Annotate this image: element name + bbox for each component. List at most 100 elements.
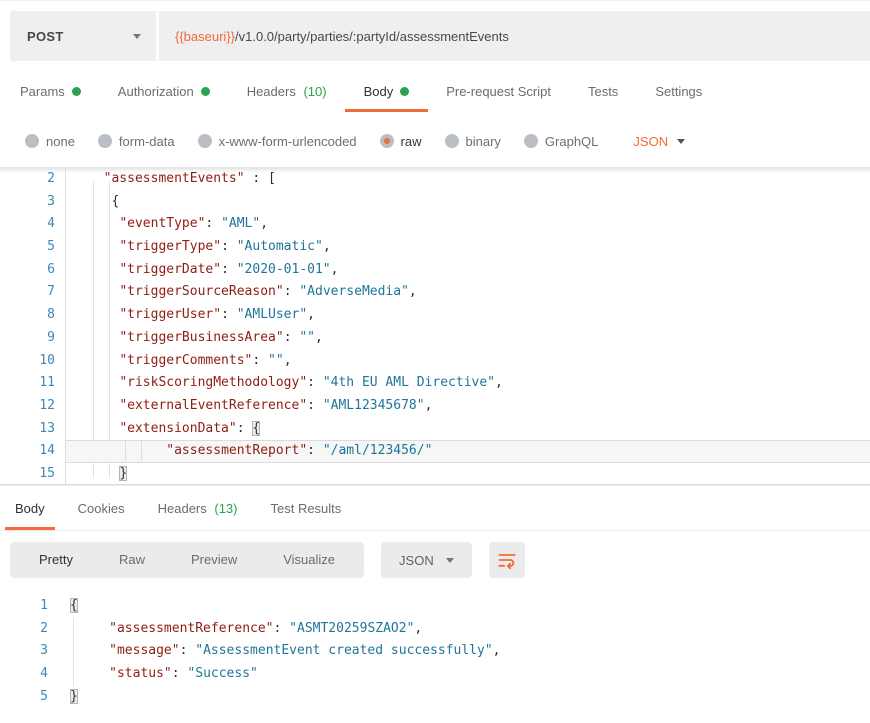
url-path: /v1.0.0/party/parties/:partyId/assessmen… — [235, 29, 509, 44]
line-number: 7 — [0, 281, 66, 304]
radio-label: form-data — [119, 134, 175, 149]
radio-button-icon — [98, 134, 112, 148]
request-url-bar: POST {{baseuri}}/v1.0.0/party/parties/:p… — [10, 11, 870, 61]
url-variable: {{baseuri}} — [175, 29, 235, 44]
request-body-editor[interactable]: 2 "assessmentEvents" : [3 {4 "eventType"… — [0, 167, 870, 485]
code-line: 12 "externalEventReference": "AML1234567… — [0, 395, 870, 418]
line-number: 4 — [0, 663, 60, 686]
tab-params[interactable]: Params — [20, 78, 81, 112]
code-line: 7 "triggerSourceReason": "AdverseMedia", — [0, 281, 870, 304]
code-line: 1{ — [0, 595, 870, 618]
line-text: "assessmentReference": "ASMT20259SZAO2", — [60, 618, 870, 641]
view-preview[interactable]: Preview — [168, 542, 260, 578]
tab-headers[interactable]: Headers (13) — [158, 497, 238, 530]
code-line: 3 "message": "AssessmentEvent created su… — [0, 640, 870, 663]
url-input[interactable]: {{baseuri}}/v1.0.0/party/parties/:partyI… — [159, 11, 870, 61]
tab-label: Authorization — [118, 84, 194, 99]
radio-x-www-form-urlencoded[interactable]: x-www-form-urlencoded — [198, 134, 357, 149]
code-line: 10 "triggerComments": "", — [0, 350, 870, 373]
response-body-editor[interactable]: 1{2 "assessmentReference": "ASMT20259SZA… — [0, 590, 870, 712]
line-text: "externalEventReference": "AML12345678", — [66, 395, 870, 418]
radio-form-data[interactable]: form-data — [98, 134, 175, 149]
line-number: 8 — [0, 304, 66, 327]
view-visualize[interactable]: Visualize — [260, 542, 358, 578]
line-number: 3 — [0, 640, 60, 663]
postman-window: { "request_bar": { "method": "POST", "ur… — [0, 0, 870, 723]
chevron-down-icon — [133, 34, 141, 39]
tab-label: Test Results — [270, 501, 341, 516]
response-tabs: Body Cookies Headers (13) Test Results — [0, 486, 870, 531]
line-text: "riskScoringMethodology": "4th EU AML Di… — [66, 372, 870, 395]
tab-label: Headers — [158, 501, 207, 516]
radio-graphql[interactable]: GraphQL — [524, 134, 598, 149]
line-text: "status": "Success" — [60, 663, 870, 686]
line-text: "triggerType": "Automatic", — [66, 236, 870, 259]
line-text: "assessmentEvents" : [ — [66, 168, 870, 191]
tab-label: Pre-request Script — [446, 84, 551, 99]
tab-settings[interactable]: Settings — [655, 78, 702, 112]
line-number: 3 — [0, 191, 66, 214]
tab-cookies[interactable]: Cookies — [78, 497, 125, 530]
tab-count: (13) — [211, 501, 238, 516]
radio-binary[interactable]: binary — [445, 134, 501, 149]
wrap-lines-button[interactable] — [489, 542, 525, 578]
code-line: 2 "assessmentReference": "ASMT20259SZAO2… — [0, 618, 870, 641]
radio-label: binary — [466, 134, 501, 149]
tab-tests[interactable]: Tests — [588, 78, 618, 112]
code-line: 4 "status": "Success" — [0, 663, 870, 686]
view-pretty[interactable]: Pretty — [16, 542, 96, 578]
line-text: "triggerDate": "2020-01-01", — [66, 259, 870, 282]
tab-label: Tests — [588, 84, 618, 99]
tab-authorization[interactable]: Authorization — [118, 78, 210, 112]
view-raw[interactable]: Raw — [96, 542, 168, 578]
green-dot-icon — [400, 87, 409, 96]
green-dot-icon — [201, 87, 210, 96]
method-dropdown[interactable]: POST — [10, 11, 156, 61]
indent-guide — [141, 441, 142, 462]
response-language-dropdown[interactable]: JSON — [381, 542, 472, 578]
radio-raw[interactable]: raw — [380, 134, 422, 149]
line-number: 1 — [0, 595, 60, 618]
tab-body[interactable]: Body — [15, 497, 45, 530]
line-text: "triggerBusinessArea": "", — [66, 327, 870, 350]
tab-body[interactable]: Body — [364, 78, 410, 112]
radio-button-icon — [380, 134, 394, 148]
radio-none[interactable]: none — [25, 134, 75, 149]
line-text: "triggerSourceReason": "AdverseMedia", — [66, 281, 870, 304]
chevron-down-icon — [677, 139, 685, 144]
line-text: "message": "AssessmentEvent created succ… — [60, 640, 870, 663]
response-section: Body Cookies Headers (13) Test Results Pret… — [0, 485, 870, 712]
line-text: { — [60, 595, 870, 618]
line-number: 10 — [0, 350, 66, 373]
body-language-label: JSON — [633, 134, 668, 149]
line-text: } — [60, 686, 870, 709]
wrap-text-icon — [497, 550, 517, 570]
line-number: 9 — [0, 327, 66, 350]
line-text: } — [66, 463, 870, 485]
line-number: 2 — [0, 618, 60, 641]
code-line: 4 "eventType": "AML", — [0, 213, 870, 236]
line-text: "triggerComments": "", — [66, 350, 870, 373]
green-dot-icon — [72, 87, 81, 96]
response-language-label: JSON — [399, 553, 434, 568]
tab-test-results[interactable]: Test Results — [270, 497, 341, 530]
code-line: 11 "riskScoringMethodology": "4th EU AML… — [0, 372, 870, 395]
line-number: 15 — [0, 463, 66, 485]
radio-label: x-www-form-urlencoded — [219, 134, 357, 149]
tab-pre-request-script[interactable]: Pre-request Script — [446, 78, 551, 112]
line-number: 6 — [0, 259, 66, 282]
code-line: 13 "extensionData": { — [0, 418, 870, 441]
line-text: "assessmentReport": "/aml/123456/" — [66, 440, 870, 463]
response-toolbar: PrettyRawPreviewVisualize JSON — [10, 542, 870, 578]
radio-label: none — [46, 134, 75, 149]
line-text: "eventType": "AML", — [66, 213, 870, 236]
code-line: 6 "triggerDate": "2020-01-01", — [0, 259, 870, 282]
tab-label: Body — [15, 501, 45, 516]
radio-label: raw — [401, 134, 422, 149]
line-number: 11 — [0, 372, 66, 395]
body-language-dropdown[interactable]: JSON — [633, 134, 685, 149]
code-line: 9 "triggerBusinessArea": "", — [0, 327, 870, 350]
line-text: "triggerUser": "AMLUser", — [66, 304, 870, 327]
tab-headers[interactable]: Headers (10) — [247, 78, 327, 112]
code-line: 5} — [0, 686, 870, 709]
